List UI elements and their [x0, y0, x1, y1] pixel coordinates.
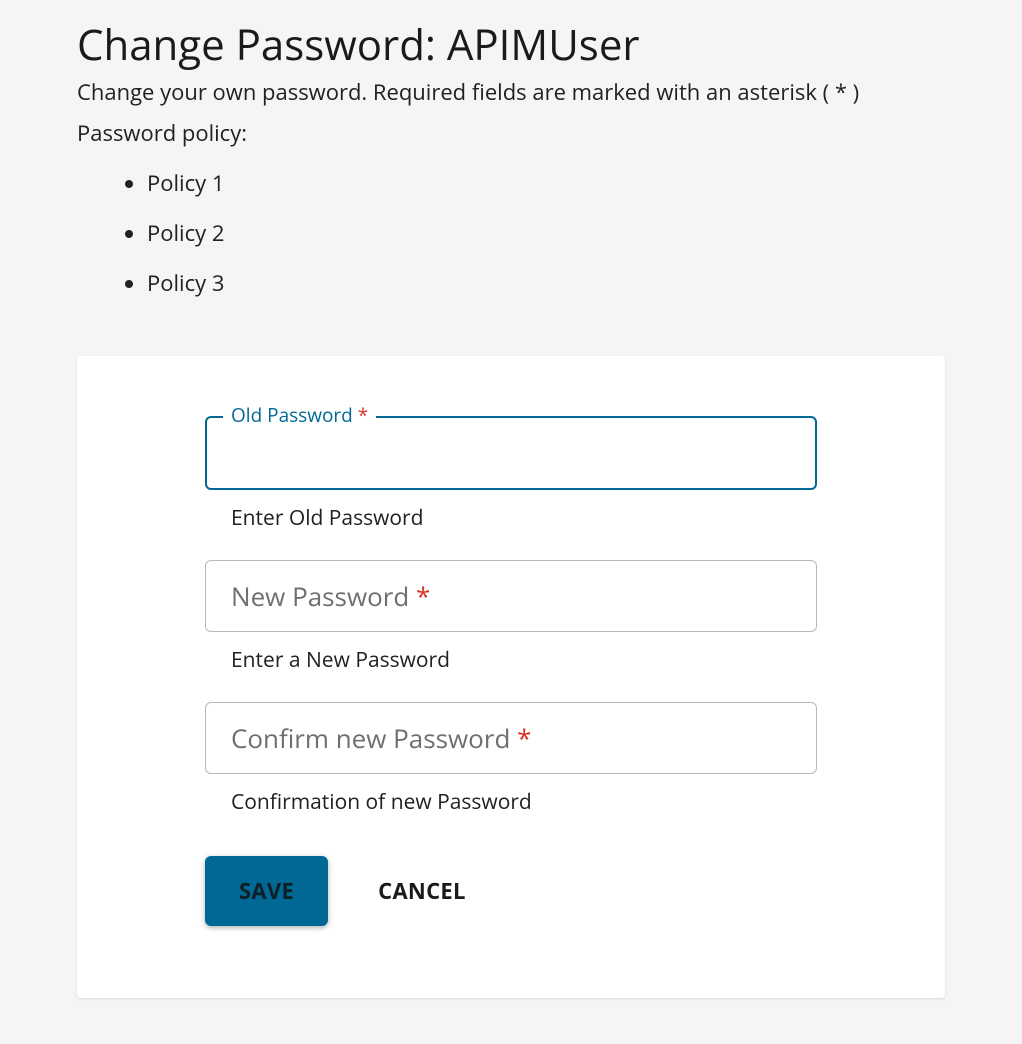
policy-item: Policy 3: [147, 258, 945, 308]
required-asterisk-icon: *: [358, 402, 368, 428]
password-form-card: Old Password * Enter Old Password New Pa…: [77, 356, 945, 998]
old-password-label: Old Password *: [223, 404, 376, 427]
change-password-page: Change Password: APIMUser Change your ow…: [0, 0, 1022, 1038]
old-password-helper: Enter Old Password: [231, 504, 817, 532]
confirm-password-helper: Confirmation of new Password: [231, 788, 817, 816]
old-password-label-text: Old Password: [231, 402, 353, 428]
old-password-field-wrap: Old Password *: [205, 416, 817, 490]
save-button[interactable]: SAVE: [205, 856, 328, 926]
policy-item: Policy 1: [147, 158, 945, 208]
policy-list: Policy 1 Policy 2 Policy 3: [77, 158, 945, 308]
button-row: SAVE CANCEL: [205, 856, 817, 926]
new-password-field-wrap: New Password *: [205, 560, 817, 632]
new-password-helper: Enter a New Password: [231, 646, 817, 674]
page-subtitle: Change your own password. Required field…: [77, 78, 945, 108]
cancel-button[interactable]: CANCEL: [378, 864, 466, 918]
new-password-input[interactable]: [205, 560, 817, 632]
confirm-password-input[interactable]: [205, 702, 817, 774]
confirm-password-field-wrap: Confirm new Password *: [205, 702, 817, 774]
page-title: Change Password: APIMUser: [77, 20, 945, 70]
policy-heading: Password policy:: [77, 118, 945, 148]
policy-item: Policy 2: [147, 208, 945, 258]
